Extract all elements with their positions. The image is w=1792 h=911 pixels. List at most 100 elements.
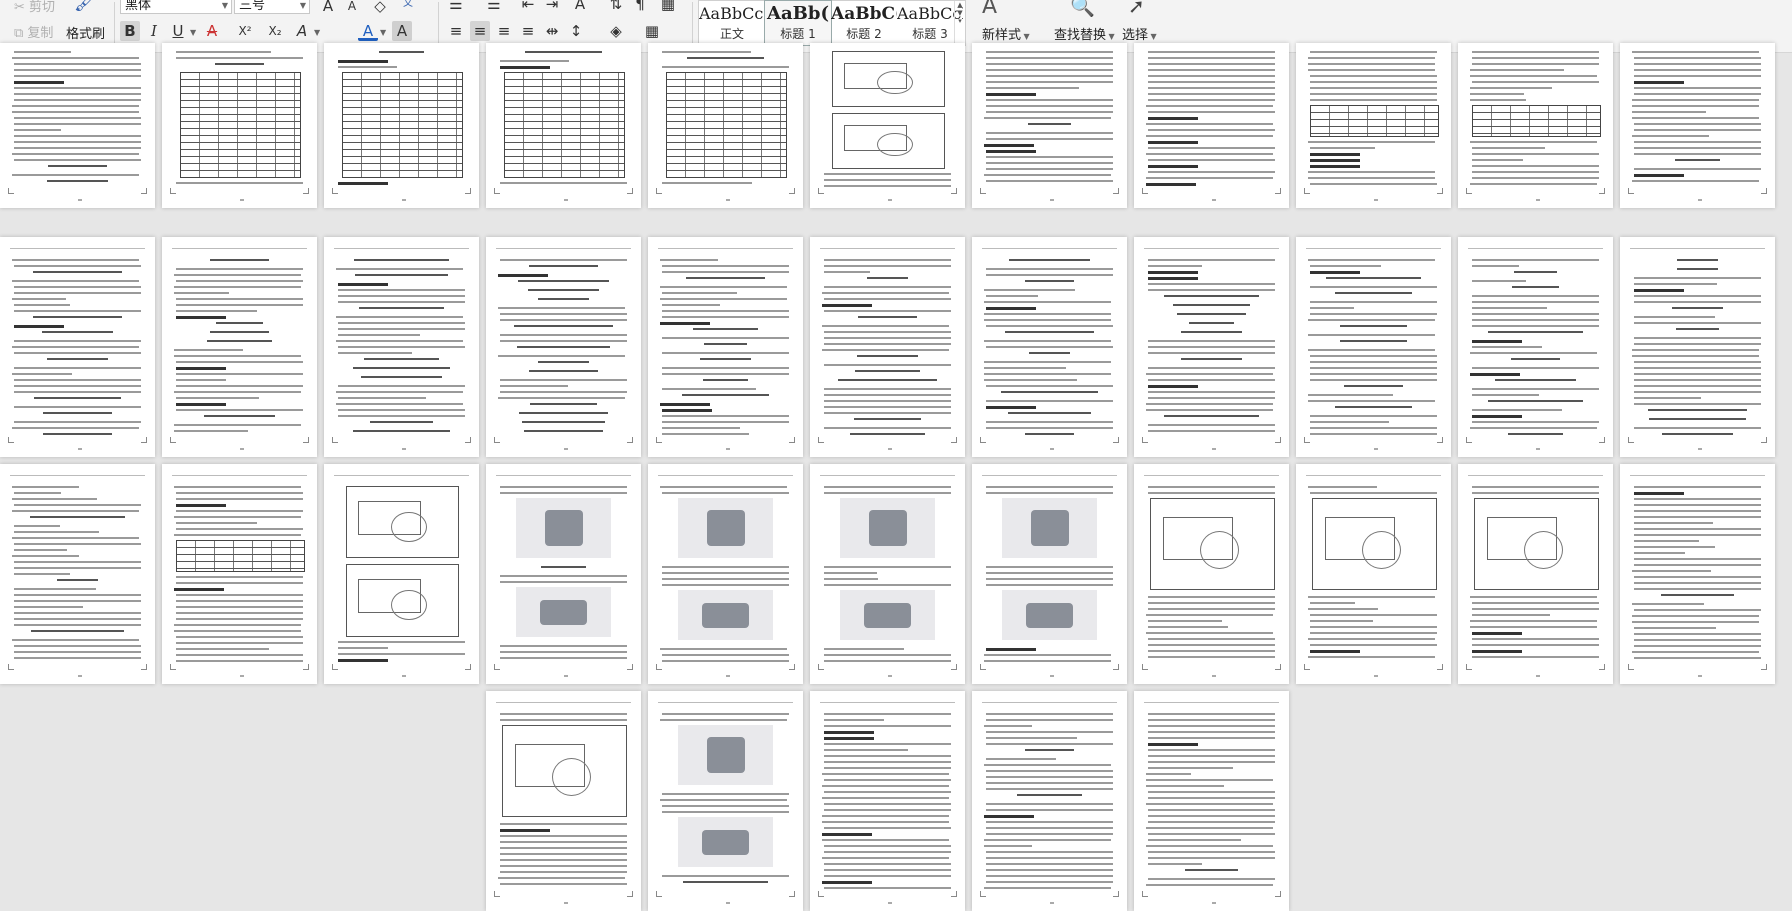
document-page-thumbnail[interactable] — [972, 43, 1127, 208]
document-page-thumbnail[interactable] — [0, 237, 155, 457]
new-style-button[interactable]: 新样式 ▼ — [982, 24, 1030, 43]
document-page-thumbnail[interactable] — [648, 464, 803, 684]
document-page-thumbnail[interactable] — [162, 43, 317, 208]
equation-line — [703, 343, 748, 345]
text-line — [1308, 177, 1435, 179]
document-page-thumbnail[interactable] — [162, 464, 317, 684]
document-page-thumbnail[interactable] — [324, 237, 479, 457]
document-page-thumbnail[interactable] — [810, 464, 965, 684]
document-page-thumbnail[interactable] — [162, 237, 317, 457]
document-page-thumbnail[interactable] — [486, 237, 641, 457]
document-page-thumbnail[interactable] — [324, 464, 479, 684]
line-spacing-icon[interactable]: ↕ — [566, 21, 586, 41]
phonetic-guide-button[interactable]: 文 — [398, 0, 418, 14]
document-page-thumbnail[interactable] — [486, 43, 641, 208]
table-insert-icon[interactable]: ▦ — [658, 0, 678, 14]
text-line — [1472, 656, 1599, 659]
style-heading-1[interactable]: AaBb( 标题 1 — [764, 0, 832, 46]
document-page-thumbnail[interactable] — [1296, 464, 1451, 684]
page-corner-mark — [789, 891, 795, 897]
borders-icon[interactable]: ▦ — [642, 21, 662, 41]
page-corner-mark — [1466, 188, 1472, 194]
gallery-scroll-button[interactable]: ▲ ▼ ▾ — [954, 1, 965, 45]
increase-indent-icon[interactable]: ⇥ — [542, 0, 562, 14]
distributed-icon[interactable]: ⇹ — [542, 21, 562, 41]
text-line — [1308, 656, 1435, 659]
document-page-thumbnail[interactable] — [648, 43, 803, 208]
text-line — [824, 343, 951, 345]
document-page-thumbnail[interactable] — [1458, 464, 1613, 684]
document-page-thumbnail[interactable] — [810, 43, 965, 208]
font-size-select[interactable]: 三号 ▼ — [234, 0, 310, 14]
page-corner-mark — [465, 664, 471, 670]
subscript-button[interactable]: X₂ — [262, 21, 288, 41]
chinese-layout-icon[interactable]: A — [570, 0, 590, 14]
superscript-button[interactable]: X² — [232, 21, 258, 41]
text-line — [1634, 576, 1761, 578]
document-page-thumbnail[interactable] — [1134, 464, 1289, 684]
document-page-thumbnail[interactable] — [1458, 237, 1613, 457]
text-line — [1470, 183, 1597, 185]
clear-format-button[interactable]: ◇ — [370, 0, 390, 16]
document-page-thumbnail[interactable] — [486, 691, 641, 911]
style-normal[interactable]: AaBbCcI 正文 — [699, 1, 765, 45]
font-color-button[interactable]: A — [358, 21, 378, 41]
document-page-thumbnail[interactable] — [1620, 464, 1775, 684]
align-left-icon[interactable]: ≡ — [446, 21, 466, 41]
document-page-thumbnail[interactable] — [1134, 691, 1289, 911]
document-page-thumbnail[interactable] — [324, 43, 479, 208]
text-line — [824, 809, 951, 811]
bold-button[interactable]: B — [120, 21, 140, 41]
font-name-select[interactable]: 黑体 ▼ — [120, 0, 232, 14]
style-heading-2[interactable]: AaBbC( 标题 2 — [831, 1, 897, 45]
numbered-list-icon[interactable]: ☰ — [484, 0, 504, 14]
cut-button[interactable]: ✂ 剪切 — [14, 0, 55, 15]
document-page-thumbnail[interactable] — [486, 464, 641, 684]
document-page-thumbnail[interactable] — [648, 237, 803, 457]
document-page-thumbnail[interactable] — [1296, 43, 1451, 208]
document-page-thumbnail[interactable] — [1620, 237, 1775, 457]
document-page-thumbnail[interactable] — [972, 237, 1127, 457]
document-page-thumbnail[interactable] — [972, 691, 1127, 911]
find-replace-button[interactable]: 查找替换 ▼ — [1054, 24, 1115, 43]
underline-button[interactable]: U — [168, 21, 188, 41]
shading-icon[interactable]: ◈ — [606, 21, 626, 41]
italic-button[interactable]: I — [144, 21, 164, 41]
char-shading-button[interactable]: A — [392, 21, 412, 41]
text-line — [662, 51, 752, 53]
select-button[interactable]: 选择 ▼ — [1122, 24, 1157, 43]
format-painter-button[interactable]: 格式刷 — [66, 23, 105, 42]
copy-button[interactable]: ⧉ 复制 — [14, 22, 53, 41]
strikethrough-button[interactable]: A — [202, 21, 222, 41]
show-marks-icon[interactable]: ¶ — [630, 0, 650, 14]
align-right-icon[interactable]: ≡ — [494, 21, 514, 41]
equation-line — [1173, 304, 1250, 306]
equation-line — [1164, 295, 1259, 297]
document-page-thumbnail[interactable] — [1296, 237, 1451, 457]
document-page-thumbnail[interactable] — [810, 237, 965, 457]
equation-line — [513, 325, 614, 327]
bullet-list-icon[interactable]: ☰ — [446, 0, 466, 14]
document-page-thumbnail[interactable] — [972, 464, 1127, 684]
shrink-font-button[interactable]: A — [342, 0, 362, 16]
page-corner-mark — [818, 188, 824, 194]
document-page-thumbnail[interactable] — [0, 464, 155, 684]
document-page-thumbnail[interactable] — [1134, 43, 1289, 208]
document-page-thumbnail[interactable] — [810, 691, 965, 911]
document-page-thumbnail[interactable] — [1458, 43, 1613, 208]
sort-icon[interactable]: ⇅ — [606, 0, 626, 14]
document-multipage-view[interactable] — [0, 43, 1792, 911]
document-page-thumbnail[interactable] — [1134, 237, 1289, 457]
document-page-thumbnail[interactable] — [648, 691, 803, 911]
align-center-icon[interactable]: ≡ — [470, 21, 490, 41]
text-line — [1148, 81, 1275, 83]
text-effect-button[interactable]: A — [292, 21, 312, 41]
document-page-thumbnail[interactable] — [0, 43, 155, 208]
text-line — [986, 863, 1113, 865]
decrease-indent-icon[interactable]: ⇤ — [518, 0, 538, 14]
document-page-thumbnail[interactable] — [1620, 43, 1775, 208]
grow-font-button[interactable]: A — [318, 0, 338, 16]
justify-icon[interactable]: ≡ — [518, 21, 538, 41]
text-line — [1634, 645, 1761, 647]
text-line — [1148, 367, 1275, 369]
